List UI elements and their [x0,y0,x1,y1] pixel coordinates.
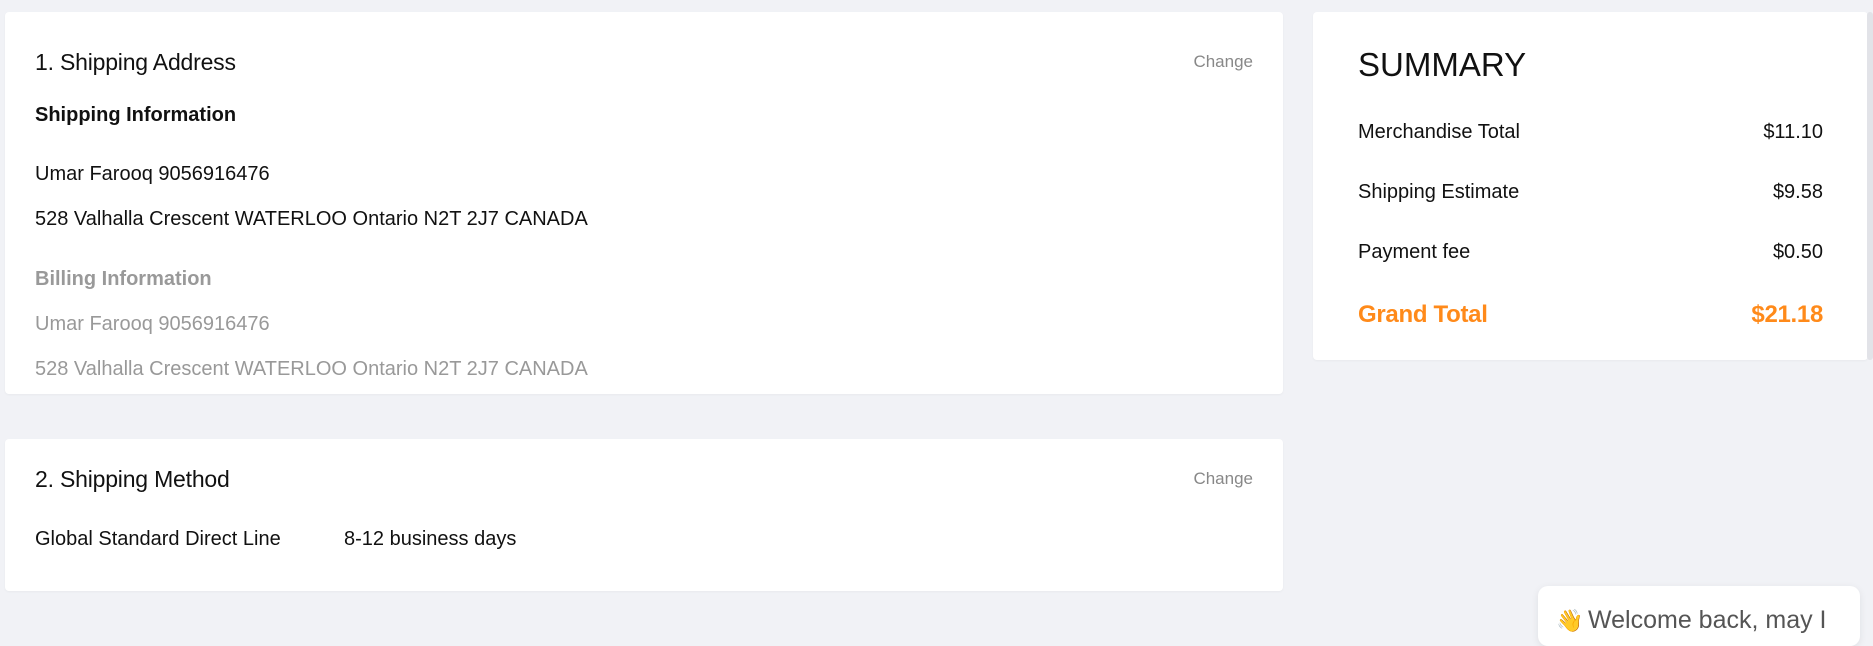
grand-total-row: Grand Total $21.18 [1358,301,1823,329]
billing-name-phone: Umar Farooq 9056916476 [35,313,270,335]
change-method-link[interactable]: Change [1193,469,1253,489]
shipping-delivery-time: 8-12 business days [344,528,517,550]
shipping-name-phone: Umar Farooq 9056916476 [35,163,270,185]
payment-fee-row: Payment fee $0.50 [1358,241,1823,264]
summary-title: SUMMARY [1358,46,1527,83]
shipping-estimate-label: Shipping Estimate [1358,181,1520,203]
merchandise-total-label: Merchandise Total [1358,121,1520,143]
shipping-method-title: 2. Shipping Method [35,466,230,492]
change-address-link[interactable]: Change [1193,52,1253,72]
shipping-method-card: 2. Shipping Method Change Global Standar… [5,439,1283,591]
payment-fee-label: Payment fee [1358,241,1471,263]
grand-total-label: Grand Total [1358,301,1488,328]
shipping-estimate-value: $9.58 [1772,181,1823,203]
chat-welcome-bubble[interactable]: 👋 Welcome back, may I [1538,586,1860,646]
shipping-estimate-row: Shipping Estimate $9.58 [1358,181,1823,204]
shipping-address-title: 1. Shipping Address [35,49,236,75]
chat-welcome-message: Welcome back, may I [1588,606,1827,634]
shipping-address-card: 1. Shipping Address Change Shipping Info… [5,12,1283,394]
payment-fee-value: $0.50 [1772,241,1823,263]
shipping-address-line: 528 Valhalla Crescent WATERLOO Ontario N… [35,208,588,230]
shipping-method-name: Global Standard Direct Line [35,528,281,550]
billing-info-heading: Billing Information [35,268,212,290]
shipping-info-heading: Shipping Information [35,104,237,126]
merchandise-total-value: $11.10 [1763,121,1823,143]
billing-address-line: 528 Valhalla Crescent WATERLOO Ontario N… [35,358,588,380]
summary-card: SUMMARY Merchandise Total $11.10 Shippin… [1313,12,1868,360]
grand-total-value: $21.18 [1751,301,1823,328]
merchandise-total-row: Merchandise Total $11.10 [1358,121,1823,144]
page-scrollbar[interactable] [1867,12,1873,360]
waving-hand-icon: 👋 [1556,608,1584,633]
